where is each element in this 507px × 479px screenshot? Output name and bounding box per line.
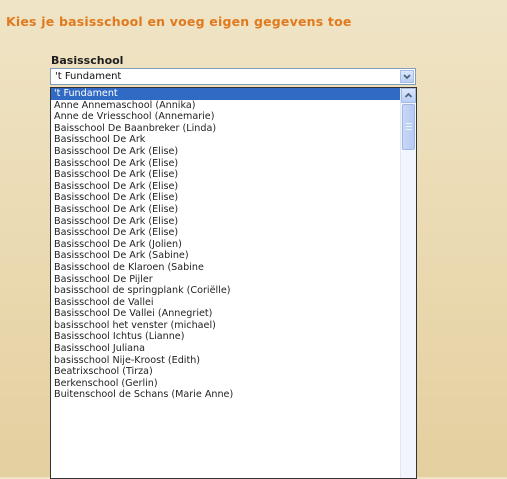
- school-option[interactable]: Basisschool De Ark: [51, 134, 400, 146]
- thumb-grip: [406, 123, 412, 124]
- school-option[interactable]: Basisschool De Vallei (Annegriet): [51, 308, 400, 320]
- school-option[interactable]: Basisschool de Klaroen (Sabine: [51, 262, 400, 274]
- school-option[interactable]: Basisschool De Ark (Elise): [51, 181, 400, 193]
- school-option[interactable]: Basisschool De Ark (Elise): [51, 216, 400, 228]
- school-option[interactable]: Beatrixschool (Tirza): [51, 366, 400, 378]
- school-option[interactable]: Basisschool De Ark (Elise): [51, 146, 400, 158]
- school-option[interactable]: Basisschool De Ark (Elise): [51, 158, 400, 170]
- scroll-up-button[interactable]: [401, 88, 416, 103]
- school-option[interactable]: Basisschool De Ark (Jolien): [51, 239, 400, 251]
- school-option[interactable]: Baisschool De Baanbreker (Linda): [51, 123, 400, 135]
- vertical-scrollbar[interactable]: [400, 88, 416, 478]
- school-option[interactable]: Basisschool de Vallei: [51, 297, 400, 309]
- school-option[interactable]: Anne Annemaschool (Annika): [51, 100, 400, 112]
- school-options: 't Fundament Anne Annemaschool (Annika) An…: [51, 88, 400, 401]
- school-option[interactable]: Basisschool De Ark (Elise): [51, 204, 400, 216]
- school-option[interactable]: Basisschool De Ark (Sabine): [51, 250, 400, 262]
- school-option[interactable]: Basisschool Ichtus (Lianne): [51, 331, 400, 343]
- school-option[interactable]: Basisschool De Ark (Elise): [51, 192, 400, 204]
- school-option[interactable]: Basisschool De Pijler: [51, 274, 400, 286]
- basisschool-label: Basisschool: [51, 54, 124, 67]
- school-option[interactable]: basisschool Nije-Kroost (Edith): [51, 355, 400, 367]
- school-option[interactable]: Basisschool De Ark (Elise): [51, 169, 400, 181]
- page-heading: Kies je basisschool en voeg eigen gegeve…: [6, 14, 352, 29]
- school-option[interactable]: 't Fundament: [51, 88, 400, 100]
- select-dropdown-button[interactable]: [400, 70, 414, 83]
- school-option[interactable]: Basisschool Juliana: [51, 343, 400, 355]
- school-option[interactable]: Basisschool De Ark (Elise): [51, 227, 400, 239]
- chevron-up-icon: [404, 92, 413, 98]
- chevron-down-icon: [403, 74, 411, 80]
- school-dropdown-list[interactable]: 't Fundament Anne Annemaschool (Annika) An…: [50, 87, 417, 479]
- page: Kies je basisschool en voeg eigen gegeve…: [0, 0, 507, 479]
- basisschool-select[interactable]: 't Fundament: [50, 68, 416, 85]
- school-option[interactable]: basisschool de springplank (Coriëlle): [51, 285, 400, 297]
- school-option[interactable]: Berkenschool (Gerlin): [51, 378, 400, 390]
- selected-school-value: 't Fundament: [55, 71, 122, 82]
- scroll-thumb[interactable]: [402, 104, 415, 150]
- thumb-grip: [406, 126, 412, 127]
- thumb-grip: [406, 129, 412, 130]
- school-option[interactable]: basisschool het venster (michael): [51, 320, 400, 332]
- school-option[interactable]: Buitenschool de Schans (Marie Anne): [51, 389, 400, 401]
- school-option[interactable]: Anne de Vriesschool (Annemarie): [51, 111, 400, 123]
